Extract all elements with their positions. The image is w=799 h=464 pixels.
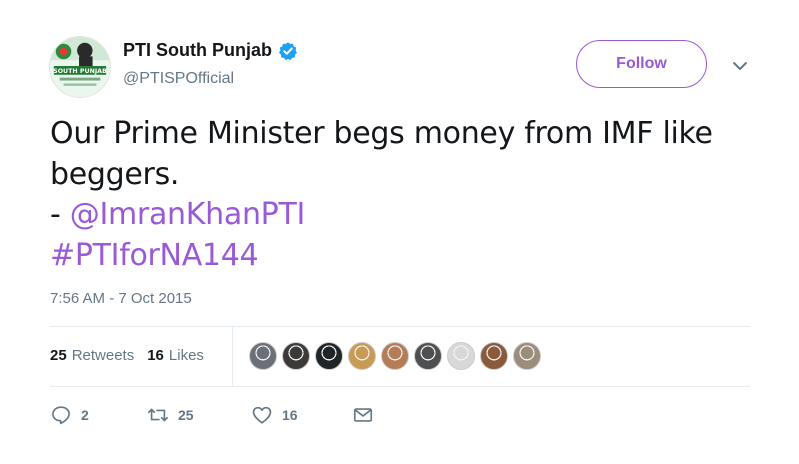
tweet-dash: - bbox=[50, 197, 70, 232]
tweet-stats: 25 Retweets 16 Likes bbox=[50, 347, 217, 364]
tweet-line-mention: - @ImranKhanPTI bbox=[50, 195, 770, 236]
tweet-line: beggers. bbox=[50, 156, 180, 192]
retweet-button[interactable]: 25 bbox=[147, 404, 251, 426]
tweet-text: Our Prime Minister begs money from IMF l… bbox=[50, 114, 770, 276]
chevron-down-icon[interactable] bbox=[730, 56, 750, 76]
mention-link[interactable]: @ImranKhanPTI bbox=[70, 197, 306, 232]
hashtag-link[interactable]: #PTIforNA144 bbox=[50, 236, 770, 277]
liker-avatar[interactable] bbox=[513, 342, 541, 370]
like-button[interactable]: 16 bbox=[251, 404, 352, 426]
reply-icon bbox=[52, 406, 70, 425]
follow-button[interactable]: Follow bbox=[576, 40, 707, 88]
retweet-count: 25 bbox=[178, 407, 194, 423]
like-count: 16 bbox=[282, 407, 298, 423]
author-name-row: PTI South Punjab bbox=[123, 40, 298, 61]
reply-count: 2 bbox=[81, 407, 89, 423]
verified-badge-icon bbox=[279, 41, 297, 60]
liker-avatars bbox=[249, 342, 546, 370]
liker-avatar[interactable] bbox=[480, 342, 508, 370]
reply-button[interactable]: 2 bbox=[50, 404, 147, 426]
tweet-actions: 2 25 16 bbox=[50, 404, 374, 426]
divider bbox=[50, 326, 750, 327]
user-handle[interactable]: @PTISPOfficial bbox=[123, 70, 234, 88]
retweets-label: Retweets bbox=[71, 347, 135, 364]
envelope-icon bbox=[353, 408, 373, 422]
retweets-count: 25 bbox=[50, 347, 67, 364]
liker-avatar[interactable] bbox=[381, 342, 409, 370]
divider bbox=[50, 386, 750, 387]
heart-icon bbox=[252, 406, 272, 424]
direct-message-button[interactable] bbox=[352, 404, 374, 426]
display-name[interactable]: PTI South Punjab bbox=[123, 40, 272, 61]
likes-label: Likes bbox=[168, 347, 204, 364]
likes-stat[interactable]: 16 Likes bbox=[147, 347, 204, 364]
divider bbox=[232, 327, 233, 386]
liker-avatar[interactable] bbox=[282, 342, 310, 370]
retweets-stat[interactable]: 25 Retweets bbox=[50, 347, 134, 364]
liker-avatar[interactable] bbox=[315, 342, 343, 370]
likes-count: 16 bbox=[147, 347, 164, 364]
avatar[interactable]: SOUTH PUNJAB bbox=[49, 36, 111, 98]
liker-avatar[interactable] bbox=[414, 342, 442, 370]
svg-text:SOUTH PUNJAB: SOUTH PUNJAB bbox=[53, 68, 107, 75]
liker-avatar[interactable] bbox=[447, 342, 475, 370]
liker-avatar[interactable] bbox=[348, 342, 376, 370]
liker-avatar[interactable] bbox=[249, 342, 277, 370]
tweet-timestamp[interactable]: 7:56 AM - 7 Oct 2015 bbox=[50, 290, 192, 307]
tweet-line: Our Prime Minister begs money from IMF l… bbox=[50, 116, 713, 151]
retweet-icon bbox=[148, 408, 168, 422]
